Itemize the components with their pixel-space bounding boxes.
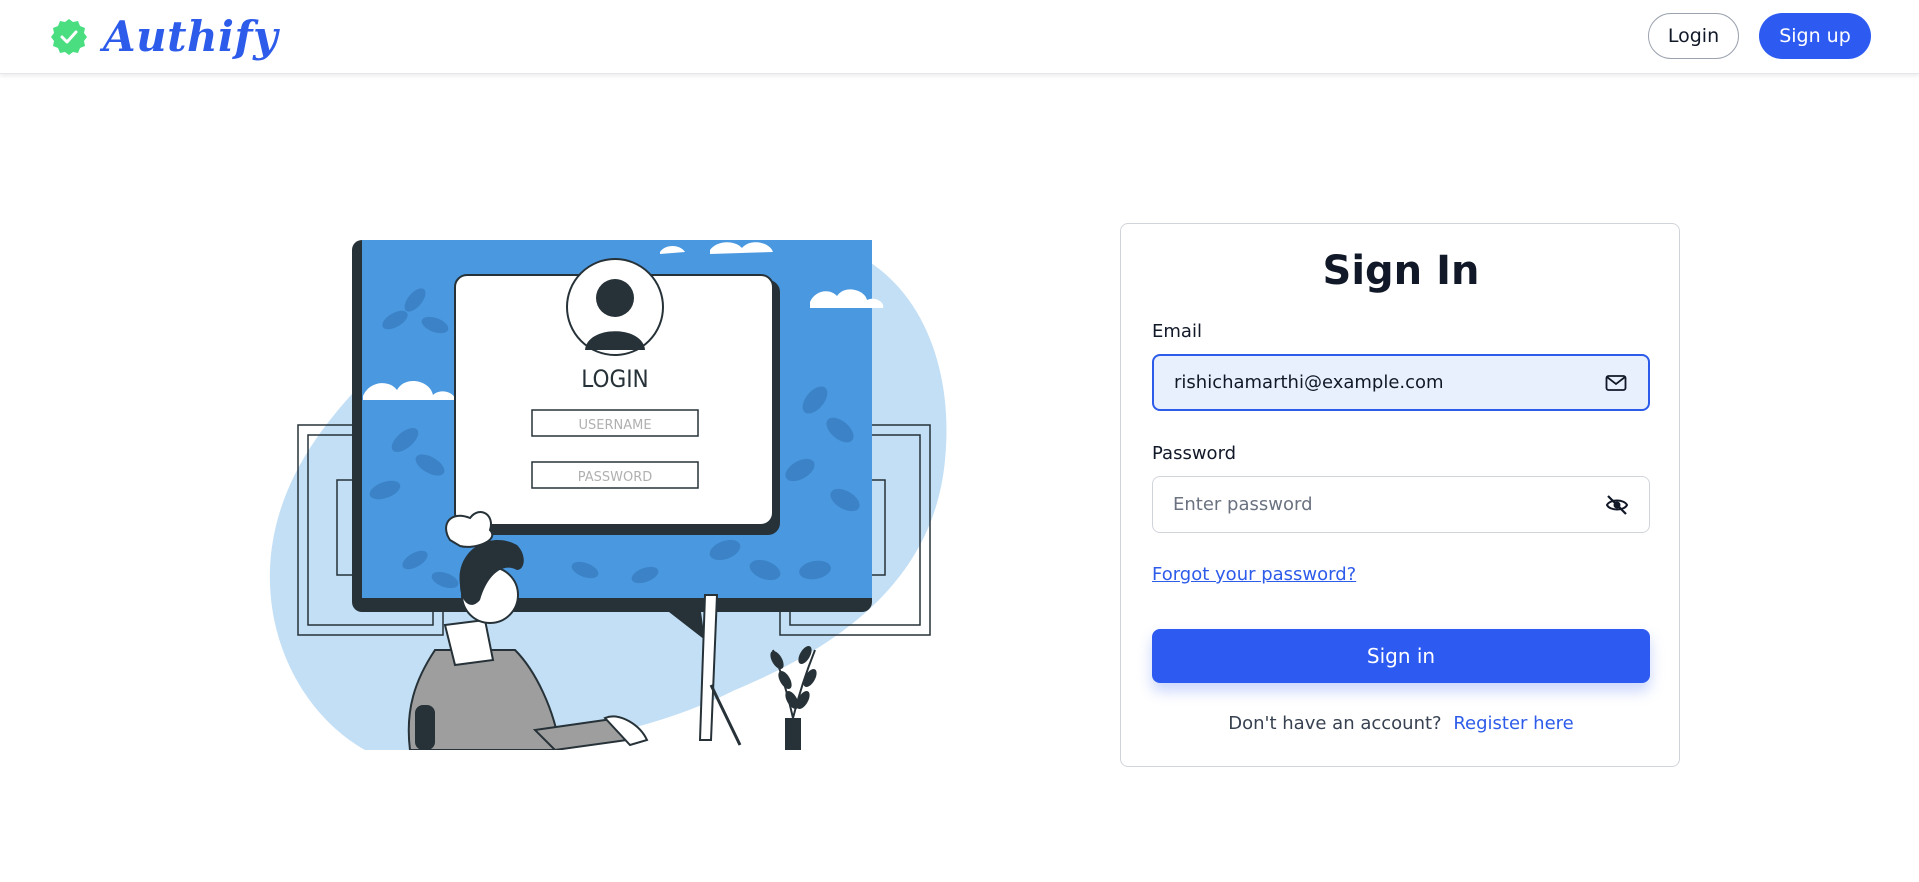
password-input[interactable] <box>1173 494 1605 515</box>
nav-login-button[interactable]: Login <box>1648 13 1739 59</box>
illustration-username-placeholder: USERNAME <box>578 418 651 433</box>
brand-logo[interactable]: Authify <box>49 12 278 61</box>
sign-in-button[interactable]: Sign in <box>1152 629 1650 683</box>
mail-icon <box>1604 371 1628 395</box>
email-input[interactable] <box>1174 372 1604 393</box>
email-label: Email <box>1152 321 1202 342</box>
register-link[interactable]: Register here <box>1453 713 1573 734</box>
illustration-password-placeholder: PASSWORD <box>578 470 653 485</box>
page-title: Sign In <box>1322 248 1480 294</box>
email-field[interactable] <box>1152 354 1650 411</box>
forgot-password-link[interactable]: Forgot your password? <box>1152 564 1356 585</box>
login-illustration: LOGIN USERNAME PASSWORD <box>269 240 947 750</box>
no-account-text: Don't have an account? <box>1228 713 1442 734</box>
nav-signup-button[interactable]: Sign up <box>1759 13 1871 59</box>
password-label: Password <box>1152 443 1237 464</box>
register-prompt: Don't have an account? Register here <box>1121 713 1681 734</box>
brand-name: Authify <box>103 12 278 61</box>
top-navbar: Authify Login Sign up <box>0 0 1919 74</box>
sign-in-card: Sign In Email Password Forgot your passw… <box>1120 223 1680 767</box>
illustration-login-title: LOGIN <box>581 365 648 393</box>
check-badge-icon <box>51 18 87 55</box>
eye-off-icon[interactable] <box>1605 493 1629 517</box>
password-field[interactable] <box>1152 476 1650 533</box>
